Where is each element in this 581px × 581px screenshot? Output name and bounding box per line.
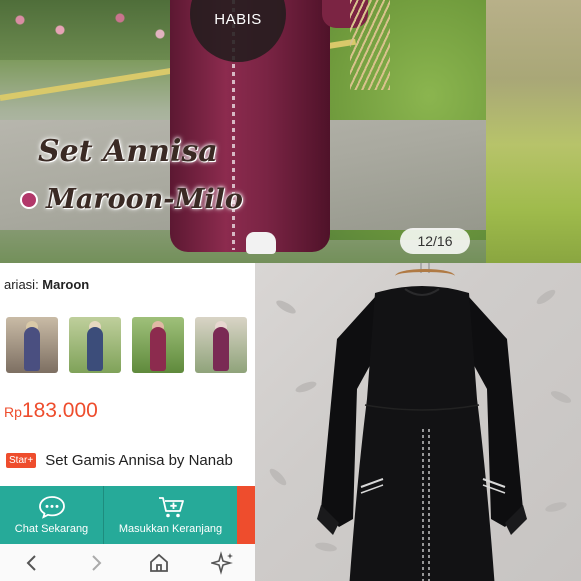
image-counter: 12/16 [400, 228, 470, 254]
buy-now-button[interactable] [237, 486, 255, 544]
product-info-panel: ariasi: Maroon Rp183.000 Star+ Set Gamis… [0, 263, 255, 581]
image-caption-color: Maroon-Milo [46, 184, 243, 215]
variation-thumb[interactable] [69, 317, 121, 373]
wallpaper-leaf [267, 466, 289, 488]
black-dress [317, 286, 527, 581]
chat-now-button[interactable]: Chat Sekarang [0, 486, 103, 544]
add-to-cart-button[interactable]: Masukkan Keranjang [104, 486, 237, 544]
wallpaper-leaf [549, 388, 573, 406]
image-caption-variant: Maroon-Milo [20, 184, 243, 215]
price-amount: 183.000 [21, 399, 98, 422]
bottom-nav-bar [0, 544, 255, 581]
add-to-cart-label: Masukkan Keranjang [118, 523, 223, 535]
chat-bubble-icon [37, 495, 67, 519]
sparkle-icon[interactable] [210, 550, 236, 576]
variation-thumbnails [6, 317, 247, 373]
image-caption-title: Set Annisa [38, 134, 218, 169]
product-image-dress[interactable] [255, 263, 581, 581]
wallpaper-leaf [544, 500, 568, 514]
product-title: Set Gamis Annisa by Nanab [45, 452, 233, 469]
back-chevron-icon[interactable] [19, 550, 45, 576]
forward-chevron-icon[interactable] [83, 550, 109, 576]
thumb-figure [150, 327, 166, 371]
wallpaper-leaf [534, 287, 558, 307]
sold-out-label: HABIS [214, 11, 262, 28]
wallpaper-leaf [294, 379, 318, 395]
variation-thumb[interactable] [132, 317, 184, 373]
product-image-main[interactable]: HABIS Set Annisa Maroon-Milo 12/16 [0, 0, 486, 263]
star-plus-badge: Star+ [6, 453, 37, 468]
price-currency: Rp [4, 404, 22, 420]
image-shoe [246, 232, 276, 254]
thumb-figure [213, 327, 229, 371]
color-dot [20, 190, 38, 209]
product-price: Rp183.000 [4, 399, 98, 423]
product-image-next-preview [486, 0, 581, 263]
thumb-figure [87, 327, 103, 371]
home-icon[interactable] [146, 550, 172, 576]
action-bar: Chat Sekarang Masukkan Keranjang [0, 486, 255, 544]
thumb-figure [24, 327, 40, 371]
chat-now-label: Chat Sekarang [14, 523, 89, 535]
variation-thumb[interactable] [6, 317, 58, 373]
wallpaper-leaf [274, 298, 298, 316]
variation-label: ariasi: [4, 277, 43, 292]
variation-value: Maroon [42, 277, 90, 292]
product-title-row: Star+ Set Gamis Annisa by Nanab [6, 452, 233, 469]
variation-line: ariasi: Maroon [4, 277, 89, 292]
image-wheat-bundle [350, 0, 390, 90]
variation-thumb[interactable] [195, 317, 247, 373]
add-to-cart-icon [156, 495, 186, 519]
